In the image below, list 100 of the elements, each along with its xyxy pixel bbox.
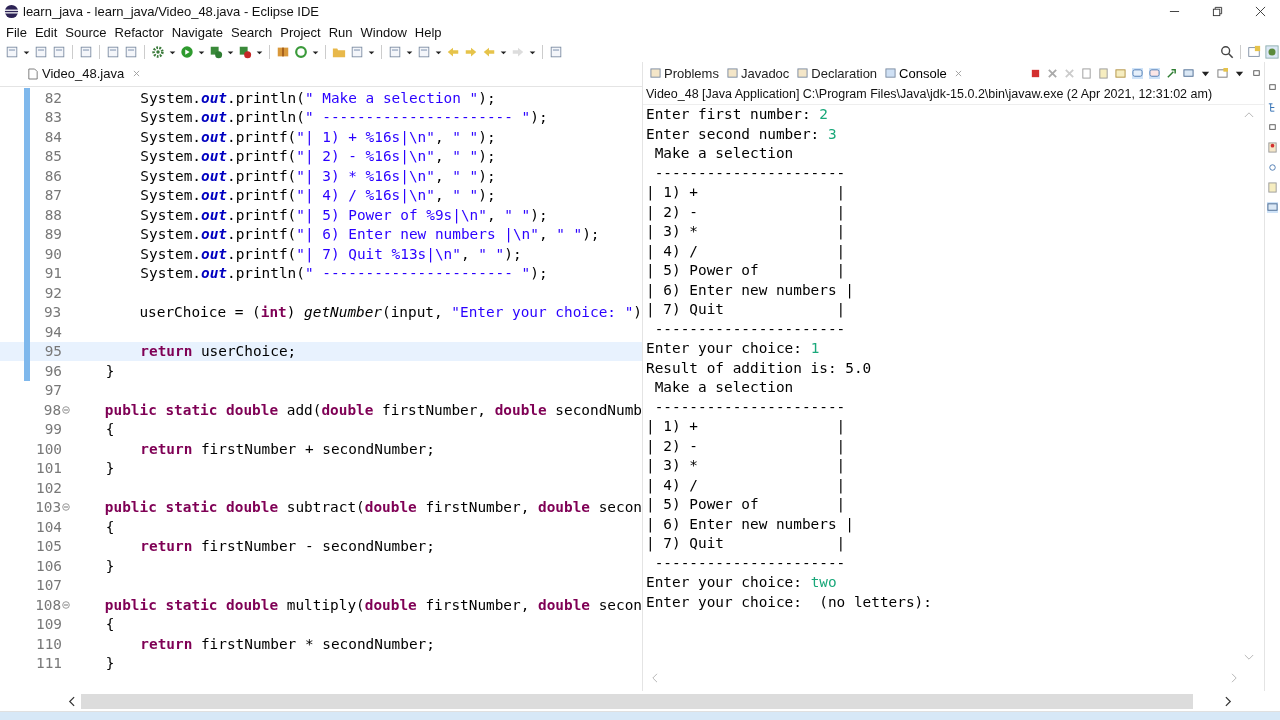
- line-number: 97: [43, 382, 62, 399]
- line-number: 104: [35, 518, 62, 535]
- line-number: 111: [35, 655, 62, 672]
- line-number: 109: [35, 616, 62, 633]
- close-icon[interactable]: [1255, 5, 1266, 17]
- declaration-icon[interactable]: [1267, 182, 1278, 193]
- code-line: System.out.println(" ---------------------- ");: [139, 265, 548, 282]
- fold-icon[interactable]: [62, 503, 71, 512]
- package-icon[interactable]: [276, 45, 290, 59]
- line-number: 110: [35, 635, 62, 652]
- restore-icon[interactable]: [1267, 122, 1278, 133]
- scrollbar-thumb[interactable]: [81, 693, 1193, 709]
- view-tab[interactable]: Console: [882, 65, 965, 81]
- view-tab[interactable]: Declaration: [794, 65, 881, 81]
- console-line: | 4) / |: [646, 241, 846, 261]
- menu-item[interactable]: File: [2, 24, 31, 40]
- code-line: {: [104, 518, 115, 535]
- remove-launch-icon[interactable]: [1047, 67, 1059, 79]
- console-line: | 6) Enter new numbers |: [646, 514, 854, 534]
- code-line: }: [104, 557, 115, 574]
- code-line: System.out.printf("| 5) Power of %9s|\n", " ");: [139, 206, 548, 223]
- console-line: Enter your choice: 1: [646, 339, 820, 358]
- line-number: 98: [42, 401, 62, 418]
- code-line: public static double subtract(double firstNumber, double secon: [103, 499, 642, 516]
- scroll-up-icon[interactable]: [1244, 111, 1255, 118]
- console-line: | 4) / |: [646, 475, 846, 495]
- view-tab[interactable]: Problems: [647, 65, 722, 81]
- remove-all-icon[interactable]: [1064, 67, 1076, 79]
- arrow-right-icon[interactable]: [464, 45, 478, 59]
- console-line: | 6) Enter new numbers |: [646, 280, 854, 300]
- play-icon[interactable]: [180, 45, 194, 59]
- run-tool-icon[interactable]: [209, 45, 223, 59]
- code-line: }: [104, 460, 115, 477]
- console-line: | 7) Quit |: [646, 534, 846, 554]
- console-line: Enter your choice: (no letters):: [646, 592, 932, 612]
- view-tab[interactable]: Javadoc: [723, 65, 793, 81]
- line-number: 93: [42, 304, 62, 321]
- code-line: System.out.printf("| 1) + %16s|\n", " ");: [139, 128, 496, 145]
- scroll-left-icon[interactable]: [68, 695, 75, 707]
- line-number: 94: [43, 323, 62, 340]
- line-number: 86: [43, 167, 62, 184]
- gear-icon[interactable]: [151, 45, 165, 59]
- console-line: | 2) - |: [646, 436, 846, 456]
- javadoc-icon: [726, 67, 738, 79]
- line-number: 88: [43, 206, 62, 223]
- code-line: System.out.printf("| 2) - %16s|\n", " ");: [139, 148, 496, 165]
- terminate-icon[interactable]: [1030, 67, 1042, 79]
- problems-icon: [650, 67, 661, 79]
- line-number: 100: [35, 440, 62, 457]
- code-line: System.out.printf("| 6) Enter new numbers |\n", " ");: [139, 226, 600, 243]
- line-number: 105: [35, 538, 62, 555]
- restore-icon[interactable]: [1267, 82, 1278, 93]
- code-line: }: [104, 655, 115, 672]
- display-console-icon[interactable]: [1183, 67, 1195, 79]
- menu-item[interactable]: Navigate: [167, 24, 227, 40]
- line-number: 99: [43, 421, 62, 438]
- code-line: return firstNumber * secondNumber;: [139, 635, 435, 652]
- java-perspective-icon[interactable]: [1265, 45, 1279, 59]
- search-icon[interactable]: [1220, 45, 1234, 59]
- console-icon[interactable]: [1267, 202, 1278, 213]
- problems-icon[interactable]: [1267, 142, 1278, 153]
- stop-icon[interactable]: [238, 45, 252, 59]
- menu-item[interactable]: Refactor: [110, 24, 168, 40]
- minimize-icon[interactable]: [1251, 67, 1263, 79]
- menu-item[interactable]: Search: [227, 24, 277, 40]
- line-number: 90: [43, 245, 62, 262]
- scroll-right-icon[interactable]: [1225, 695, 1232, 707]
- perspective-icon[interactable]: [1247, 45, 1261, 59]
- line-number: 82: [43, 89, 62, 106]
- code-line: return firstNumber - secondNumber;: [139, 538, 435, 555]
- code-line: System.out.printf("| 7) Quit %13s|\n", " ");: [139, 245, 522, 262]
- code-line: System.out.println(" Make a selection ");: [139, 89, 496, 106]
- menu-item[interactable]: Edit: [30, 24, 62, 40]
- console-line: Result of addition is: 5.0: [646, 358, 872, 378]
- menu-item[interactable]: Help: [410, 24, 446, 40]
- console-line: Enter first number: 2: [646, 105, 828, 124]
- console-line: ----------------------: [653, 319, 846, 339]
- eclipse-logo-icon: [4, 3, 19, 19]
- fold-icon[interactable]: [62, 600, 71, 609]
- console-line: | 7) Quit |: [646, 300, 846, 320]
- line-number: 83: [43, 109, 62, 126]
- menu-item[interactable]: Source: [61, 24, 111, 40]
- line-number: 102: [35, 479, 62, 496]
- restore-icon[interactable]: [1212, 5, 1223, 17]
- show-output-icon[interactable]: [1132, 67, 1144, 79]
- menu-item[interactable]: Project: [276, 24, 325, 40]
- javadoc-icon[interactable]: [1267, 162, 1278, 173]
- console-line: | 5) Power of |: [646, 495, 846, 515]
- code-line: userChoice = (int) getNumber(input, "Enter your choice: "): [138, 304, 642, 321]
- menu-item[interactable]: Window: [356, 24, 411, 40]
- menu-item[interactable]: Run: [324, 24, 357, 40]
- pin-console-icon[interactable]: [1166, 67, 1178, 79]
- code-line: return firstNumber + secondNumber;: [139, 440, 435, 457]
- code-line: System.out.printf("| 4) / %16s|\n", " ");: [139, 187, 496, 204]
- refresh-icon[interactable]: [294, 45, 308, 59]
- scroll-down-icon[interactable]: [1244, 654, 1255, 661]
- line-number: 95: [43, 343, 62, 360]
- fold-icon[interactable]: [62, 405, 71, 414]
- show-error-icon[interactable]: [1149, 67, 1161, 79]
- new-console-icon[interactable]: [1217, 67, 1229, 79]
